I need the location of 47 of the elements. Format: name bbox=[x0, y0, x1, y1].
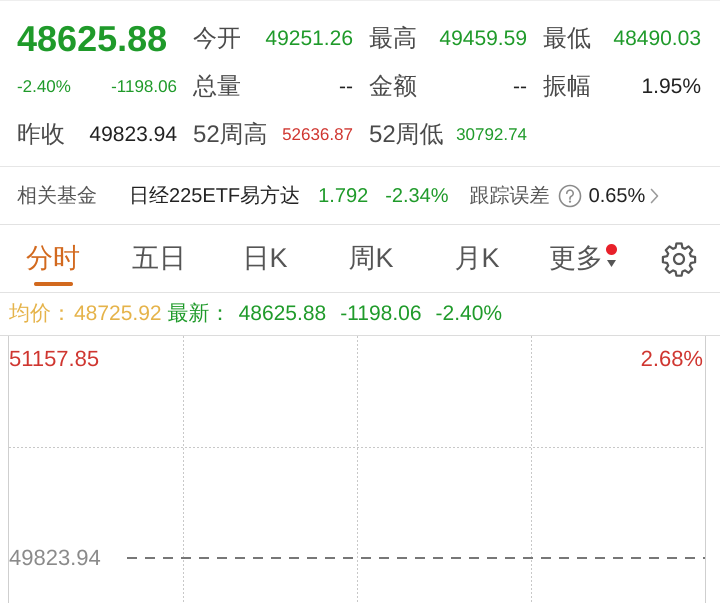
change-percent: -2.40% bbox=[17, 76, 71, 98]
chart-high-percent-label: 2.68% bbox=[640, 345, 703, 373]
fund-change: -2.34% bbox=[385, 184, 449, 208]
latest-change-amount: -1198.06 bbox=[340, 301, 422, 328]
chart-prev-close-label: 49823.94 bbox=[9, 544, 101, 572]
stat-value: 48490.03 bbox=[613, 26, 701, 52]
average-price-value: 48725.92 bbox=[74, 301, 162, 328]
tracking-error-label: 跟踪误差 bbox=[470, 184, 550, 208]
caret-down-icon bbox=[607, 260, 616, 266]
stat-label: 最低 bbox=[543, 24, 591, 54]
help-icon[interactable] bbox=[558, 184, 582, 208]
fund-link[interactable]: 日经225ETF易方达 bbox=[129, 180, 300, 210]
change-amount: -1198.06 bbox=[111, 76, 177, 98]
stat-value: 49251.26 bbox=[265, 26, 353, 52]
chevron-right-icon[interactable] bbox=[650, 188, 660, 204]
stat-label: 今开 bbox=[193, 24, 241, 54]
latest-price-value: 48625.88 bbox=[238, 301, 326, 328]
period-tab[interactable]: 更多 bbox=[530, 225, 636, 292]
average-price-label: 均价： bbox=[9, 301, 72, 328]
stat-label: 最高 bbox=[369, 24, 417, 54]
stat-value: 52636.87 bbox=[282, 124, 353, 146]
period-tab[interactable]: 日K bbox=[212, 225, 318, 292]
period-tab[interactable]: 五日 bbox=[106, 225, 212, 292]
stat-label: 52周低 bbox=[369, 120, 444, 150]
chart-high-price-label: 51157.85 bbox=[9, 345, 100, 373]
last-price: 48625.88 bbox=[17, 21, 168, 57]
period-tab[interactable]: 分时 bbox=[0, 225, 106, 292]
stat-value: 1.95% bbox=[641, 74, 701, 100]
stat-label: 振幅 bbox=[543, 72, 591, 102]
period-tab[interactable]: 月K bbox=[424, 225, 530, 292]
fund-label: 相关基金 bbox=[17, 184, 97, 208]
tracking-error-value: 0.65% bbox=[588, 184, 646, 208]
stat-label: 金额 bbox=[369, 72, 417, 102]
latest-change-percent: -2.40% bbox=[436, 301, 502, 328]
stat-label: 52周高 bbox=[193, 120, 268, 150]
settings-icon bbox=[661, 240, 697, 276]
stat-value: 30792.74 bbox=[456, 124, 527, 146]
stat-label: 总量 bbox=[193, 72, 241, 102]
period-tab[interactable]: 周K bbox=[318, 225, 424, 292]
stat-value: 49823.94 bbox=[89, 122, 177, 148]
latest-price-label: 最新： bbox=[168, 301, 231, 328]
stat-label: 昨收 bbox=[17, 120, 65, 150]
stat-value: 49459.59 bbox=[439, 26, 527, 52]
stat-value: -- bbox=[339, 74, 353, 100]
fund-price: 1.792 bbox=[318, 184, 368, 208]
stat-value: -- bbox=[513, 74, 527, 100]
settings-button[interactable] bbox=[661, 240, 697, 276]
